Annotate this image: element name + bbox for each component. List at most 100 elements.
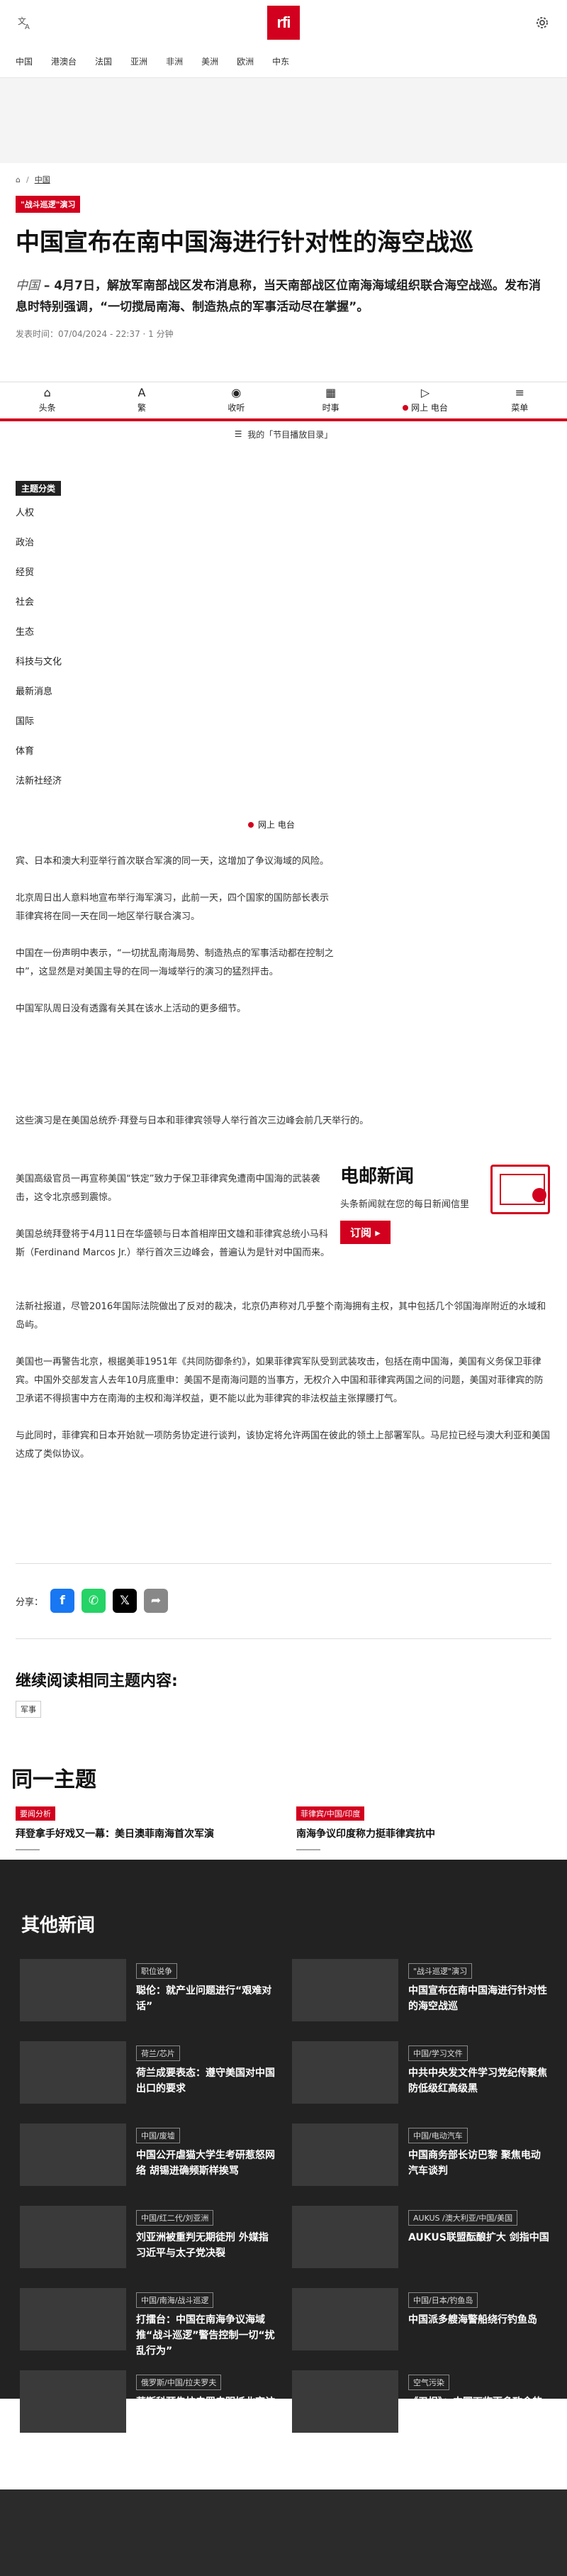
card-title[interactable]: AUKUS联盟酝酿扩大 剑指中国 — [408, 2230, 550, 2245]
card-thumbnail[interactable] — [20, 2206, 126, 2268]
envelope-icon — [490, 1165, 550, 1214]
other-news-card[interactable]: 中国/废墟中国公开虐猫大学生考研惹怒网络 胡锡进确频斯样挨骂 — [20, 2123, 282, 2189]
topic-menu-item[interactable]: 政治 — [16, 528, 322, 558]
other-news-card[interactable]: 中国/南海/战斗巡逻打擂台：中国在南海争议海域推“战斗巡逻”警告控制一切“扰乱行… — [20, 2288, 282, 2357]
card-text: 中国/南海/战斗巡逻打擂台：中国在南海争议海域推“战斗巡逻”警告控制一切“扰乱行… — [136, 2292, 278, 2359]
share-icon[interactable]: ➦ — [144, 1589, 169, 1613]
programs-link[interactable]: ☰ 我的「节目播放目录」 — [0, 426, 567, 443]
home-icon: ⌂ — [43, 386, 51, 399]
nav-item-0[interactable]: 中国 — [16, 55, 33, 67]
translate-icon[interactable]: 文A — [16, 13, 34, 32]
subscribe-button[interactable]: 订阅 ▸ — [340, 1221, 391, 1244]
same-topic-card[interactable]: 菲律宾/中国/印度南海争议印度称力挺菲律宾抗中 — [296, 1806, 551, 1850]
card-thumbnail[interactable] — [20, 2370, 126, 2433]
card-label[interactable]: 中国/废墟 — [136, 2128, 180, 2143]
same-topic-card[interactable]: 要闻分析拜登拿手好戏又一幕：美日澳菲南海首次军演 — [16, 1806, 271, 1850]
other-news-card[interactable]: AUKUS /澳大利亚/中国/美国 AUKUS联盟酝酿扩大 剑指中国 — [292, 2206, 554, 2271]
card-title[interactable]: 中国公开虐猫大学生考研惹怒网络 胡锡进确频斯样挨骂 — [136, 2148, 278, 2179]
card-label[interactable]: 荷兰/芯片 — [136, 2045, 180, 2061]
nav-item-5[interactable]: 美洲 — [201, 55, 218, 67]
nav-item-6[interactable]: 欧洲 — [237, 55, 254, 67]
tab-calendar[interactable]: ▦ 时事 — [284, 382, 378, 418]
card-text: 中国/日本/钓鱼岛中国派多艘海警船绕行钓鱼岛 — [408, 2292, 550, 2328]
card-text: 空气污染《卫报》：中国面临更多致命的空气污染 — [408, 2375, 550, 2426]
card-thumbnail[interactable] — [292, 2370, 398, 2433]
card-title[interactable]: 中国派多艘海警船绕行钓鱼岛 — [408, 2312, 550, 2328]
tab-play[interactable]: ▷ 网上 电台 — [378, 382, 472, 418]
card-title[interactable]: 《卫报》：中国面临更多致命的空气污染 — [408, 2394, 550, 2426]
topic-menu-item[interactable]: 社会 — [16, 588, 322, 618]
live-radio-button[interactable]: 网上 电台 — [248, 818, 295, 831]
topic-menu-item[interactable]: 科技与文化 — [16, 648, 322, 677]
rfi-logo[interactable]: rfi — [267, 6, 300, 40]
nav-item-7[interactable]: 中东 — [272, 55, 289, 67]
card-label[interactable]: 中国/电动汽车 — [408, 2128, 468, 2143]
card-title[interactable]: 荷兰成要表态：遵守美国对中国出口的要求 — [136, 2065, 278, 2097]
home-icon[interactable]: ⌂ — [16, 175, 21, 184]
card-label[interactable]: 职位说争 — [136, 1963, 177, 1979]
facebook-icon[interactable]: f — [50, 1589, 75, 1613]
whatsapp-icon[interactable]: ✆ — [82, 1589, 106, 1613]
card-label[interactable]: 中国/南海/战斗巡逻 — [136, 2292, 214, 2308]
topic-menu-item[interactable]: 法新社经济 — [16, 767, 322, 796]
tab-label: 网上 电台 — [411, 403, 448, 413]
nav-item-3[interactable]: 亚洲 — [130, 55, 147, 67]
article-tag[interactable]: "战斗巡逻"演习 — [16, 196, 81, 213]
topic-menu-item[interactable]: 生态 — [16, 618, 322, 648]
nav-item-4[interactable]: 非洲 — [166, 55, 183, 67]
card-label[interactable]: AUKUS /澳大利亚/中国/美国 — [408, 2210, 518, 2226]
other-news-card[interactable]: 空气污染《卫报》：中国面临更多致命的空气污染 — [292, 2370, 554, 2436]
card-title[interactable]: 中国商务部长访巴黎 聚焦电动汽车谈判 — [408, 2148, 550, 2179]
card-label[interactable]: 空气污染 — [408, 2375, 449, 2390]
card-title[interactable]: 拜登拿手好戏又一幕：美日澳菲南海首次军演 — [16, 1826, 271, 1842]
card-label[interactable]: 中国/学习文件 — [408, 2045, 468, 2061]
other-news-card[interactable]: 中国/电动汽车中国商务部长访巴黎 聚焦电动汽车谈判 — [292, 2123, 554, 2189]
card-thumbnail[interactable] — [20, 2288, 126, 2350]
card-title[interactable]: 中国宣布在南中国海进行针对性的海空战巡 — [408, 1983, 550, 2014]
topic-menu-item[interactable]: 体育 — [16, 737, 322, 767]
gear-icon[interactable] — [533, 13, 551, 32]
card-title[interactable]: 聪伦：就产业问题进行“艰难对话” — [136, 1983, 278, 2014]
card-title[interactable]: 中共中央发文件学习党纪传聚焦防低级红高级黑 — [408, 2065, 550, 2097]
card-thumbnail[interactable] — [292, 2041, 398, 2104]
card-thumbnail[interactable] — [292, 2206, 398, 2268]
other-news-card[interactable]: 中国/学习文件中共中央发文件学习党纪传聚焦防低级红高级黑 — [292, 2041, 554, 2106]
card-label[interactable]: 菲律宾/中国/印度 — [296, 1806, 365, 1821]
card-title[interactable]: 莫斯科预告拉夫罗夫明抵北京访问 — [136, 2394, 278, 2426]
nav-item-2[interactable]: 法国 — [95, 55, 112, 67]
card-label[interactable]: 中国/日本/钓鱼岛 — [408, 2292, 478, 2308]
topic-menu-item[interactable]: 人权 — [16, 499, 322, 528]
x-icon[interactable]: 𝕏 — [113, 1589, 137, 1613]
card-thumbnail[interactable] — [292, 2123, 398, 2186]
tab-text[interactable]: A繁 — [94, 382, 189, 418]
card-thumbnail[interactable] — [292, 1959, 398, 2021]
card-thumbnail[interactable] — [20, 2123, 126, 2186]
nav-item-1[interactable]: 港澳台 — [51, 55, 77, 67]
card-label[interactable]: 俄罗斯/中国/拉夫罗夫 — [136, 2375, 222, 2390]
topic-menu-item[interactable]: 经贸 — [16, 558, 322, 588]
tab-menu[interactable]: ≡ 菜单 — [473, 382, 567, 418]
other-news-card[interactable]: 荷兰/芯片荷兰成要表态：遵守美国对中国出口的要求 — [20, 2041, 282, 2106]
breadcrumb-category[interactable]: 中国 — [35, 174, 50, 185]
topic-menu-item[interactable]: 国际 — [16, 707, 322, 737]
other-news-card[interactable]: 职位说争聪伦：就产业问题进行“艰难对话” — [20, 1959, 282, 2024]
card-label[interactable]: 中国/红二代/刘亚洲 — [136, 2210, 214, 2226]
topic-menu-item[interactable]: 最新消息 — [16, 677, 322, 707]
tab-podcast[interactable]: ◉ 收听 — [189, 382, 284, 418]
card-thumbnail[interactable] — [20, 2041, 126, 2104]
card-thumbnail[interactable] — [292, 2288, 398, 2350]
card-title[interactable]: 刘亚洲被重判无期徒刑 外媒指习近平与太子党决裂 — [136, 2230, 278, 2261]
card-label[interactable]: 要闻分析 — [16, 1806, 55, 1821]
tab-home[interactable]: ⌂ 头条 — [0, 382, 94, 418]
article-meta: 发表时间：07/04/2024 - 22:37 · 1 分钟 — [16, 329, 174, 338]
card-title[interactable]: 南海争议印度称力挺菲律宾抗中 — [296, 1826, 551, 1842]
card-title[interactable]: 打擂台：中国在南海争议海域推“战斗巡逻”警告控制一切“扰乱行为” — [136, 2312, 278, 2359]
other-news-card[interactable]: "战斗巡逻"演习中国宣布在南中国海进行针对性的海空战巡 — [292, 1959, 554, 2024]
newsletter-box: 电邮新闻 头条新闻就在您的每日新闻信里 订阅 ▸ — [340, 1162, 553, 1268]
topic-chip[interactable]: 军事 — [16, 1701, 41, 1718]
card-thumbnail[interactable] — [20, 1959, 126, 2021]
other-news-card[interactable]: 俄罗斯/中国/拉夫罗夫莫斯科预告拉夫罗夫明抵北京访问 — [20, 2370, 282, 2436]
card-label[interactable]: "战斗巡逻"演习 — [408, 1963, 473, 1979]
other-news-card[interactable]: 中国/红二代/刘亚洲刘亚洲被重判无期徒刑 外媒指习近平与太子党决裂 — [20, 2206, 282, 2271]
other-news-card[interactable]: 中国/日本/钓鱼岛中国派多艘海警船绕行钓鱼岛 — [292, 2288, 554, 2353]
